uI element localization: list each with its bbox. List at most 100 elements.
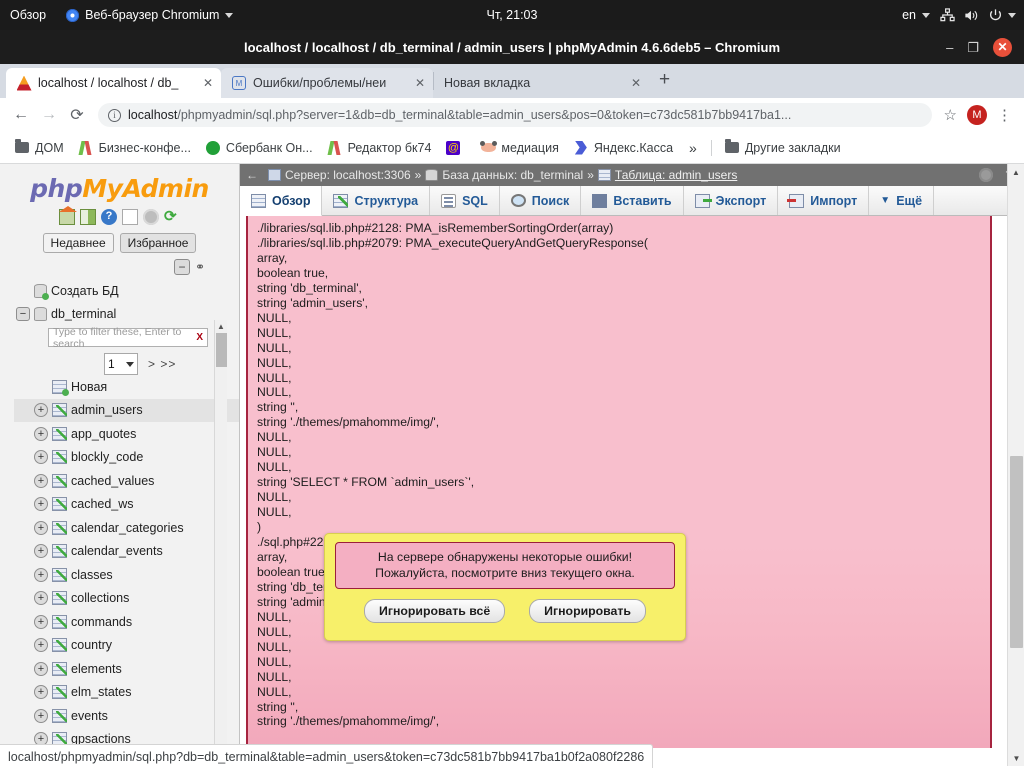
bookmark-sberbank[interactable]: Сбербанк Он... [199,137,319,159]
settings-icon[interactable] [143,209,159,225]
breadcrumb-table[interactable]: Таблица: admin_users [615,168,737,182]
app-menu-chromium[interactable]: Веб-браузер Chromium [56,0,243,30]
breadcrumb-database[interactable]: База данных: db_terminal [442,168,583,182]
main-scrollbar[interactable]: ▲ ▼ [1007,164,1024,766]
forward-button[interactable]: → [36,102,62,128]
scroll-up-icon[interactable]: ▲ [1008,164,1024,180]
sidebar-item-app-quotes[interactable]: + app_quotes [14,422,239,446]
sidebar-item-events[interactable]: + events [14,704,239,728]
keyboard-layout-indicator[interactable]: en [898,0,934,30]
expand-node-icon[interactable]: + [34,685,48,699]
expand-node-icon[interactable]: + [34,544,48,558]
link-with-main-panel-icon[interactable]: ⚭ [195,262,211,272]
avatar[interactable]: M [967,105,987,125]
sidebar-item-elm-states[interactable]: + elm_states [14,681,239,705]
expand-node-icon[interactable]: + [34,403,48,417]
bookmark-mediation[interactable]: медиация [474,137,564,159]
collapse-all-icon[interactable]: − [174,259,190,275]
docs-icon[interactable] [122,209,138,225]
breadcrumb-back-icon[interactable]: ← [244,168,264,182]
minimize-button[interactable]: – [946,41,953,54]
tab-import[interactable]: Импорт [778,186,869,215]
tab-insert[interactable]: Вставить [581,186,683,215]
breadcrumb-server[interactable]: Сервер: localhost:3306 [285,168,411,182]
maximize-restore-button[interactable]: ❐ [967,41,979,54]
tab-close-icon[interactable]: ✕ [631,76,641,90]
expand-node-icon[interactable]: + [34,497,48,511]
tab-more[interactable]: ▼ Ещё [869,186,934,215]
system-menu-chevron-icon[interactable] [1008,13,1016,18]
sidebar-item-classes[interactable]: + classes [14,563,239,587]
expand-node-icon[interactable]: + [34,568,48,582]
home-icon[interactable] [59,209,75,225]
scrollbar-thumb[interactable] [216,333,227,367]
tree-item-create-db[interactable]: Создать БД [14,279,239,303]
scroll-up-icon[interactable]: ▲ [215,320,227,333]
sidebar-item-admin-users[interactable]: + admin_users [14,399,239,423]
tab-search[interactable]: Поиск [500,186,582,215]
tab-close-icon[interactable]: ✕ [203,76,213,90]
sidebar-scrollbar[interactable]: ▲ ▼ [214,320,227,762]
network-icon[interactable] [936,4,958,26]
power-icon[interactable] [984,4,1006,26]
sidebar-item-calendar-categories[interactable]: + calendar_categories [14,516,239,540]
bookmarks-overflow-button[interactable]: » [681,140,705,156]
tab-browse[interactable]: Обзор [240,186,322,216]
gear-icon[interactable] [979,168,993,182]
ignore-button[interactable]: Игнорировать [529,599,646,623]
other-bookmarks-folder[interactable]: Другие закладки [718,137,847,159]
site-info-icon[interactable]: i [108,109,121,122]
bookmark-business-conf[interactable]: Бизнес-конфе... [72,137,197,159]
reload-button[interactable]: ⟳ [64,102,90,128]
bookmark-yandex-kassa[interactable]: Яндекс.Касса [567,137,679,159]
expand-node-icon[interactable]: + [34,450,48,464]
expand-node-icon[interactable]: + [34,474,48,488]
phpmyadmin-logo[interactable]: phpMyAdmin [0,164,239,203]
tree-item-new-table[interactable]: Новая [14,375,239,399]
logout-icon[interactable] [80,209,96,225]
sidebar-item-blockly-code[interactable]: + blockly_code [14,446,239,470]
refresh-icon[interactable]: ⟳ [164,209,180,225]
expand-node-icon[interactable]: + [34,662,48,676]
expand-node-icon[interactable]: + [34,521,48,535]
back-button[interactable]: ← [8,102,34,128]
scroll-down-icon[interactable]: ▼ [1008,750,1024,766]
tab-sql[interactable]: SQL [430,186,500,215]
bookmark-dom[interactable]: ДОМ [8,137,70,159]
sidebar-item-cached-values[interactable]: + cached_values [14,469,239,493]
bookmark-star-icon[interactable]: ☆ [940,106,961,124]
expand-node-icon[interactable]: + [34,709,48,723]
clear-filter-icon[interactable]: X [196,332,203,343]
new-tab-button[interactable]: + [649,69,680,93]
tab-export[interactable]: Экспорт [684,186,779,215]
tab-phpmyadmin[interactable]: localhost / localhost / db_ ✕ [6,68,221,98]
expand-node-icon[interactable]: + [34,615,48,629]
browser-menu-icon[interactable]: ⋮ [993,108,1016,123]
sidebar-item-calendar-events[interactable]: + calendar_events [14,540,239,564]
tab-close-icon[interactable]: ✕ [415,76,425,90]
tab-structure[interactable]: Структура [322,186,430,215]
volume-icon[interactable] [960,4,982,26]
activities-button[interactable]: Обзор [0,0,56,30]
scrollbar-thumb[interactable] [1010,456,1023,648]
favorites-tab[interactable]: Избранное [120,233,197,253]
bookmark-editor-bk74[interactable]: Редактор бк74 [321,137,438,159]
expand-node-icon[interactable]: + [34,591,48,605]
help-icon[interactable]: ? [101,209,117,225]
bookmark-at-sign[interactable]: @ [439,137,472,159]
recent-tab[interactable]: Недавнее [43,233,114,253]
table-filter-input[interactable]: Type to filter these, Enter to search X [48,328,208,347]
expand-node-icon[interactable]: + [34,427,48,441]
sidebar-item-cached-ws[interactable]: + cached_ws [14,493,239,517]
tree-item-db-terminal[interactable]: − db_terminal [14,303,239,327]
collapse-node-icon[interactable]: − [16,307,30,321]
expand-node-icon[interactable]: + [34,638,48,652]
pager-next-arrows[interactable]: > >> [148,357,176,371]
tab-errors[interactable]: M Ошибки/проблемы/неи ✕ [221,68,433,98]
page-select[interactable]: 1 [104,353,138,375]
sidebar-item-collections[interactable]: + collections [14,587,239,611]
ignore-all-button[interactable]: Игнорировать всё [364,599,505,623]
close-button[interactable]: ✕ [993,38,1012,57]
sidebar-item-elements[interactable]: + elements [14,657,239,681]
sidebar-item-country[interactable]: + country [14,634,239,658]
